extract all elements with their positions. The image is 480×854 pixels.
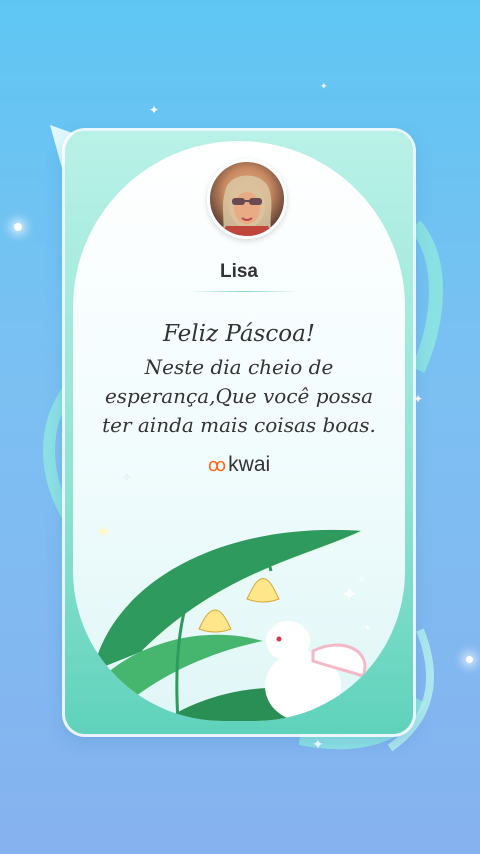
divider xyxy=(189,291,299,292)
sparkle-icon: ✦ xyxy=(149,103,160,117)
svg-text:✦: ✦ xyxy=(363,623,371,634)
glow-dot xyxy=(466,656,473,663)
avatar[interactable] xyxy=(207,159,287,239)
easter-greeting-card: Lisa Feliz Páscoa! Neste dia cheio de es… xyxy=(65,131,413,734)
greeting-title: Feliz Páscoa! xyxy=(162,321,316,347)
kwai-logo-icon: ꝏ xyxy=(207,455,227,475)
card-panel: Lisa Feliz Páscoa! Neste dia cheio de es… xyxy=(73,141,405,721)
sparkle-icon: ✦ xyxy=(96,522,112,543)
sparkle-icon: ✦ xyxy=(312,737,324,753)
svg-text:✦: ✦ xyxy=(341,582,358,606)
glow-dot xyxy=(14,223,22,231)
sparkle-icon: ✦ xyxy=(413,392,424,406)
username: Lisa xyxy=(219,261,259,282)
greeting-message: Neste dia cheio de esperança,Que você po… xyxy=(102,355,376,437)
easter-scene-illustration: ✦ ✦ xyxy=(83,529,373,721)
sparkle-icon: ✦ xyxy=(320,82,328,92)
brand-name: kwai xyxy=(228,453,271,476)
avatar-portrait xyxy=(220,175,274,236)
sparkle-icon: ✧ xyxy=(122,471,132,484)
sparkle-icon: ✧ xyxy=(357,573,367,586)
